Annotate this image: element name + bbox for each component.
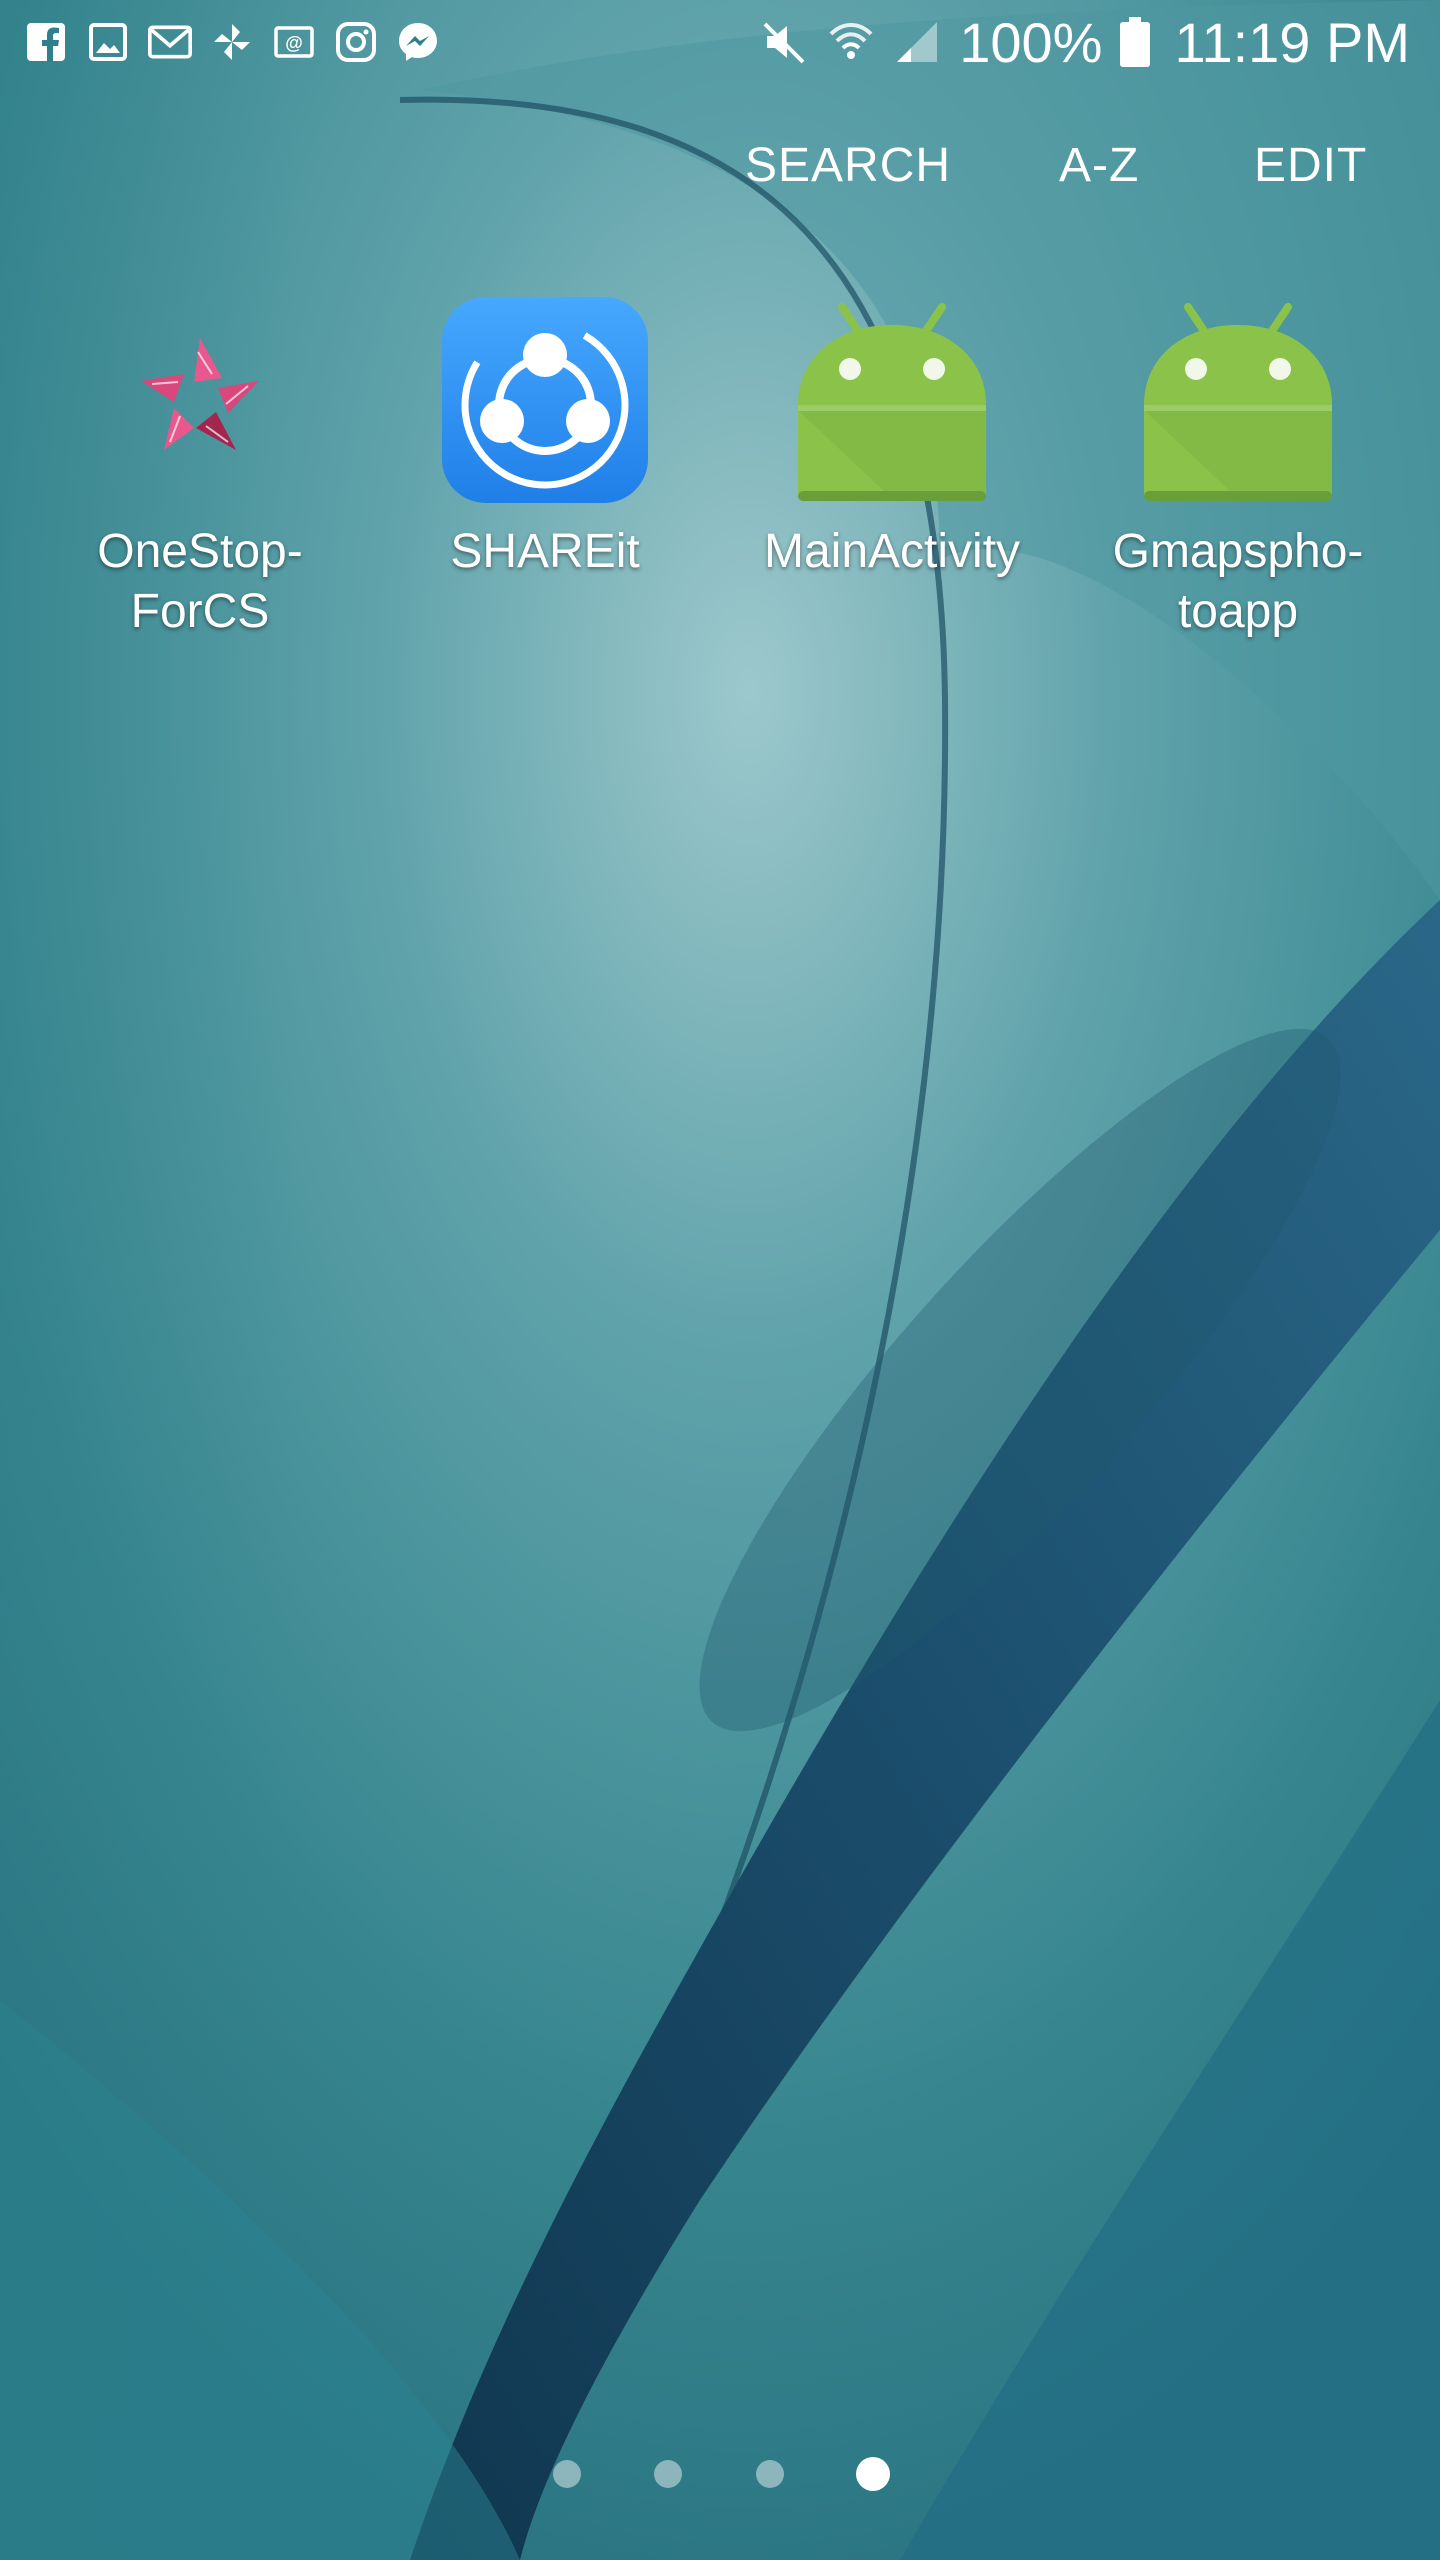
messenger-icon: [396, 20, 440, 64]
mute-icon: [761, 18, 809, 66]
search-button[interactable]: SEARCH: [745, 138, 951, 193]
app-label: Gmapspho- toapp: [1112, 525, 1364, 638]
home-screen: @ 100% 11:19 PM SEARCH A-Z EDIT OneStop-…: [0, 0, 1440, 2560]
battery-percentage: 100%: [959, 10, 1103, 74]
page-dot-1[interactable]: [553, 2460, 581, 2488]
app-label: MainActivity: [763, 525, 1021, 578]
android-robot-icon: [782, 290, 1002, 510]
notification-icons: @: [24, 18, 440, 66]
clock: 11:19 PM: [1174, 10, 1410, 74]
svg-text:@: @: [285, 33, 303, 53]
status-bar: @ 100% 11:19 PM: [0, 0, 1440, 84]
app-shareit[interactable]: SHAREit: [375, 290, 715, 582]
battery-icon: [1120, 17, 1151, 67]
pinwheel-icon: [210, 20, 254, 64]
facebook-icon: [24, 20, 68, 64]
android-robot-icon: [1128, 290, 1348, 510]
gmail-icon: [148, 20, 192, 64]
app-gmapsphotoapp[interactable]: Gmapspho- toapp: [1068, 290, 1408, 642]
a-z-sort-button[interactable]: A-Z: [1059, 138, 1139, 193]
onestop-star-hands-icon: [90, 290, 310, 510]
app-label: OneStop- ForCS: [97, 525, 303, 638]
app-label: SHAREit: [450, 525, 640, 578]
system-status: 100% 11:19 PM: [761, 10, 1410, 74]
page-dot-2[interactable]: [654, 2460, 682, 2488]
edit-button[interactable]: EDIT: [1254, 138, 1367, 193]
wifi-icon: [827, 18, 875, 66]
page-dot-4-current[interactable]: [856, 2457, 890, 2491]
cellular-signal-icon: [893, 18, 941, 66]
shareit-icon: [435, 290, 655, 510]
instagram-icon: [334, 20, 378, 64]
gallery-icon: [86, 20, 130, 64]
app-onestop-forcs[interactable]: OneStop- ForCS: [30, 290, 370, 642]
app-mainactivity[interactable]: MainActivity: [722, 290, 1062, 582]
page-indicator: [0, 2457, 1440, 2500]
email-icon: @: [272, 20, 316, 64]
page-dot-3[interactable]: [756, 2460, 784, 2488]
